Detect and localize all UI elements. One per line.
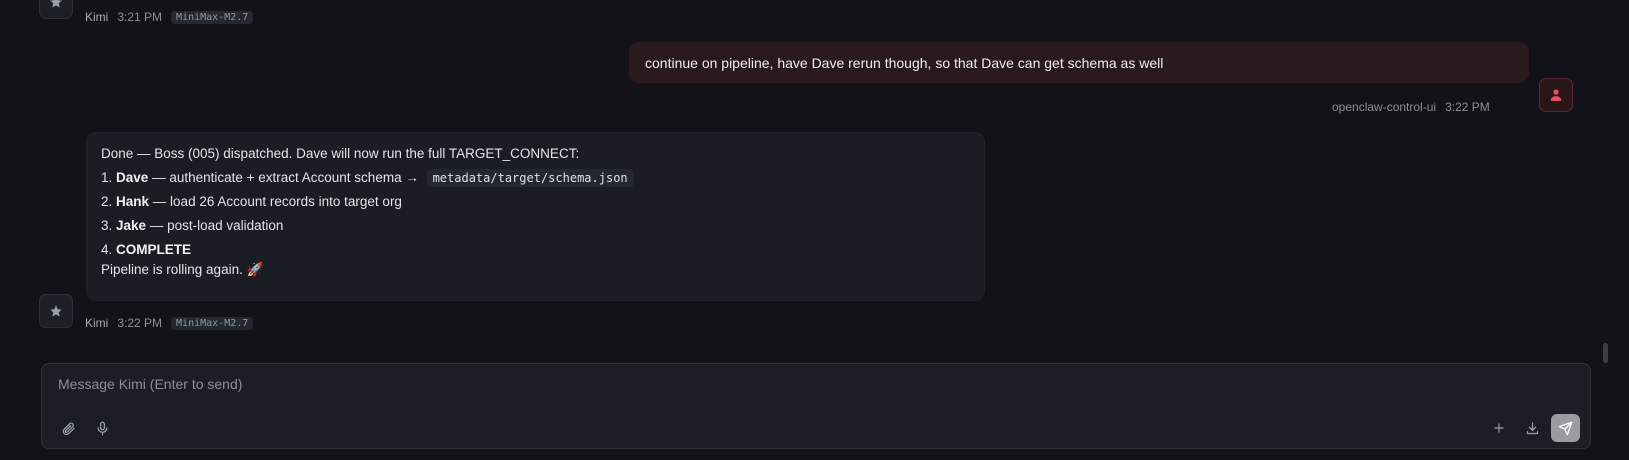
message-time: 3:22 PM xyxy=(1445,100,1490,114)
inline-code: metadata/target/schema.json xyxy=(426,169,634,187)
message-meta-top: Kimi 3:21 PM MiniMax-M2.7 xyxy=(85,10,254,24)
bot-avatar xyxy=(39,0,73,19)
model-badge: MiniMax-M2.7 xyxy=(171,316,254,330)
user-message-text: continue on pipeline, have Dave rerun th… xyxy=(645,54,1164,71)
microphone-button[interactable] xyxy=(89,415,115,441)
attach-button[interactable] xyxy=(55,415,81,441)
sender-name: Kimi xyxy=(85,10,109,24)
download-button[interactable] xyxy=(1519,415,1545,441)
list-item: 2. Hank — load 26 Account records into t… xyxy=(101,194,402,209)
list-item: 4. COMPLETE xyxy=(101,242,192,257)
star-icon xyxy=(50,0,62,8)
download-icon xyxy=(1526,421,1538,434)
message-time: 3:22 PM xyxy=(117,316,163,330)
send-button[interactable] xyxy=(1551,414,1580,442)
user-icon xyxy=(1550,89,1562,101)
bot-avatar xyxy=(39,294,73,328)
paperclip-icon xyxy=(62,422,75,435)
step-name: Jake xyxy=(116,218,147,233)
sender-name: Kimi xyxy=(85,316,109,330)
add-button[interactable] xyxy=(1486,415,1512,441)
message-intro: Done — Boss (005) dispatched. Dave will … xyxy=(101,146,580,161)
step-list: 1. Dave — authenticate + extract Account… xyxy=(101,169,970,259)
step-text: — load 26 Account records into target or… xyxy=(149,194,402,209)
message-meta-user: openclaw-control-ui 3:22 PM xyxy=(1332,100,1490,114)
scrollbar-thumb[interactable] xyxy=(1603,343,1608,363)
step-text: — post-load validation xyxy=(146,218,284,233)
model-badge: MiniMax-M2.7 xyxy=(171,10,254,24)
send-icon xyxy=(1558,421,1573,435)
message-input[interactable] xyxy=(56,372,1460,396)
microphone-icon xyxy=(97,421,107,435)
chat-view: Kimi 3:21 PM MiniMax-M2.7 continue on pi… xyxy=(0,0,1629,460)
message-time: 3:21 PM xyxy=(117,10,163,24)
message-outro: Pipeline is rolling again. 🚀 xyxy=(101,262,264,277)
plus-icon xyxy=(1494,423,1504,433)
user-message-bubble: continue on pipeline, have Dave rerun th… xyxy=(629,42,1529,83)
assistant-message-bubble: Done — Boss (005) dispatched. Dave will … xyxy=(86,132,985,301)
list-item: 3. Jake — post-load validation xyxy=(101,218,284,233)
message-composer xyxy=(41,363,1591,449)
message-meta-bot: Kimi 3:22 PM MiniMax-M2.7 xyxy=(85,316,254,330)
list-item: 1. Dave — authenticate + extract Account… xyxy=(101,169,970,187)
user-avatar xyxy=(1539,78,1573,112)
step-text: — authenticate + extract Account schema … xyxy=(148,170,423,185)
step-name: Dave xyxy=(116,170,149,185)
step-name: COMPLETE xyxy=(116,242,192,257)
step-name: Hank xyxy=(116,194,150,209)
sender-name: openclaw-control-ui xyxy=(1332,100,1437,114)
star-icon xyxy=(50,305,62,317)
